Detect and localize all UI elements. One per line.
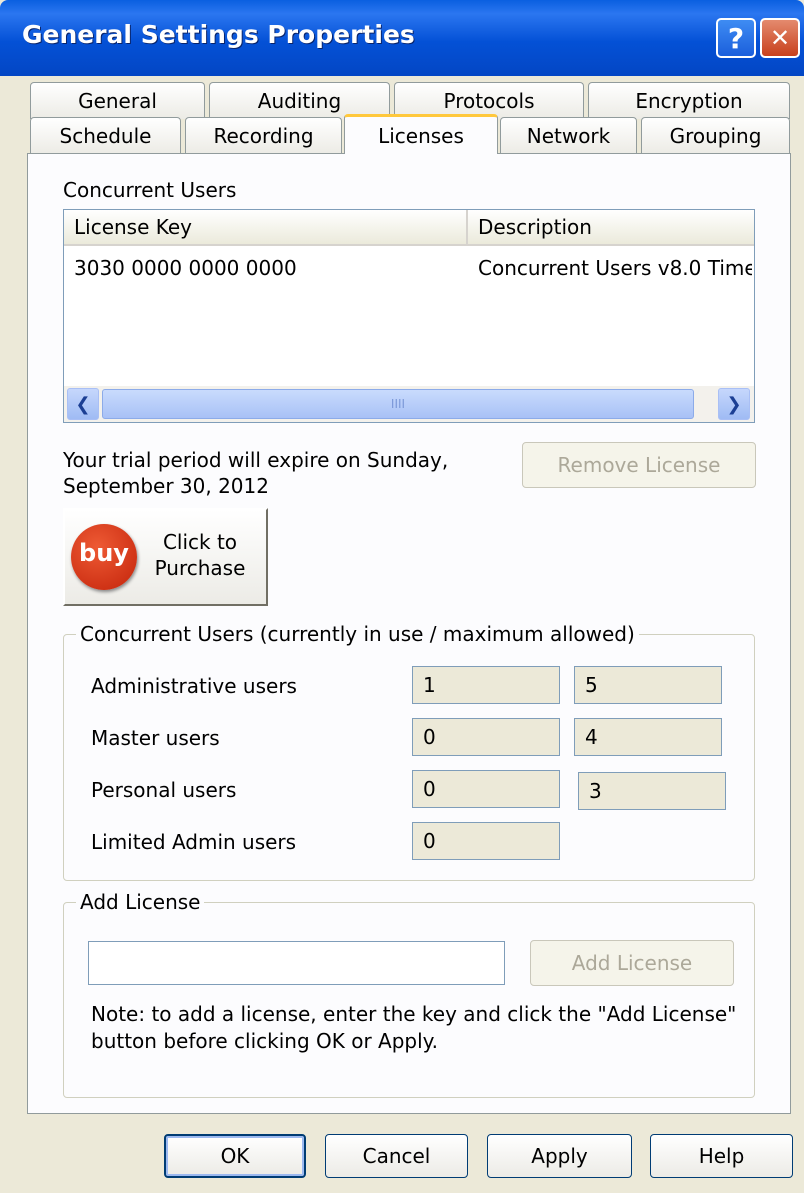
close-icon[interactable]: ✕ xyxy=(760,18,800,58)
scroll-left-icon[interactable]: ❮ xyxy=(67,388,99,420)
help-button[interactable]: Help xyxy=(650,1134,793,1178)
master-users-in-use: 0 xyxy=(412,718,560,756)
limited-admin-users-label: Limited Admin users xyxy=(91,830,297,854)
license-key-input[interactable] xyxy=(88,941,505,985)
limited-admin-users-in-use: 0 xyxy=(412,822,560,860)
purchase-line2: Purchase xyxy=(154,556,246,580)
tab-recording[interactable]: Recording xyxy=(185,117,342,154)
column-header-description[interactable]: Description xyxy=(468,210,754,246)
tab-encryption[interactable]: Encryption xyxy=(588,82,790,119)
personal-users-max: 3 xyxy=(578,772,726,810)
concurrent-users-label: Concurrent Users xyxy=(63,178,237,202)
purchase-button[interactable]: buy Click to Purchase xyxy=(63,508,268,606)
administrative-users-max: 5 xyxy=(574,666,722,704)
window-title: General Settings Properties xyxy=(22,20,415,49)
personal-users-in-use: 0 xyxy=(412,770,560,808)
license-row-key[interactable]: 3030 0000 0000 0000 xyxy=(74,256,297,280)
add-license-group xyxy=(63,902,755,1098)
tab-general[interactable]: General xyxy=(30,82,205,119)
remove-license-button[interactable]: Remove License xyxy=(522,442,756,488)
administrative-users-in-use: 1 xyxy=(412,666,560,704)
trial-expiry-line2: September 30, 2012 xyxy=(63,474,269,498)
personal-users-label: Personal users xyxy=(91,778,237,802)
tab-schedule[interactable]: Schedule xyxy=(30,117,181,154)
license-row-description[interactable]: Concurrent Users v8.0 Time- xyxy=(478,256,752,280)
horizontal-scrollbar[interactable]: ❮ IIII ❯ xyxy=(64,386,754,422)
help-icon[interactable]: ? xyxy=(716,18,756,58)
concurrent-usage-group-label: Concurrent Users (currently in use / max… xyxy=(76,622,639,646)
purchase-line1: Click to xyxy=(162,530,238,554)
scrollbar-thumb[interactable]: IIII xyxy=(102,389,694,419)
add-license-note-line1: Note: to add a license, enter the key an… xyxy=(91,1002,737,1026)
column-header-license-key[interactable]: License Key xyxy=(64,210,468,246)
apply-button[interactable]: Apply xyxy=(487,1134,632,1178)
license-list[interactable]: License Key Description 3030 0000 0000 0… xyxy=(63,209,755,423)
add-license-group-label: Add License xyxy=(76,890,205,914)
tab-network[interactable]: Network xyxy=(500,117,637,154)
add-license-button[interactable]: Add License xyxy=(530,940,734,986)
tab-grouping[interactable]: Grouping xyxy=(641,117,790,154)
scroll-right-icon[interactable]: ❯ xyxy=(718,388,750,420)
trial-expiry-line1: Your trial period will expire on Sunday, xyxy=(63,448,449,472)
tab-licenses[interactable]: Licenses xyxy=(344,114,498,154)
ok-button[interactable]: OK xyxy=(164,1134,306,1178)
buy-badge-label: buy xyxy=(79,539,129,567)
administrative-users-label: Administrative users xyxy=(91,674,297,698)
master-users-max: 4 xyxy=(574,718,722,756)
add-license-note-line2: button before clicking OK or Apply. xyxy=(91,1029,439,1053)
cancel-button[interactable]: Cancel xyxy=(325,1134,468,1178)
master-users-label: Master users xyxy=(91,726,220,750)
